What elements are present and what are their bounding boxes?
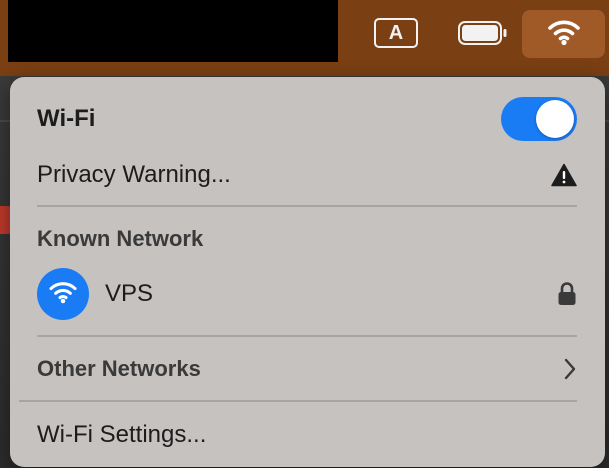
divider — [37, 335, 577, 337]
battery-icon[interactable] — [458, 21, 508, 45]
known-network-header-row: Known Network — [37, 223, 577, 255]
divider — [37, 205, 577, 207]
network-signal-badge — [37, 268, 89, 320]
input-source-label: A — [388, 21, 404, 44]
wifi-icon — [48, 280, 78, 309]
known-network-header: Known Network — [37, 226, 204, 251]
divider — [19, 400, 577, 402]
privacy-warning-label: Privacy Warning... — [37, 161, 231, 188]
menu-bar: A — [0, 0, 609, 76]
wifi-icon — [547, 18, 581, 51]
network-item-vps[interactable]: VPS — [37, 267, 577, 321]
other-networks-item[interactable]: Other Networks — [37, 349, 577, 389]
wifi-menu-panel: Wi-Fi Privacy Warning... Known Network V… — [10, 77, 605, 467]
wifi-menu-title: Wi-Fi — [37, 105, 96, 132]
input-source-button[interactable]: A — [374, 18, 418, 48]
other-networks-label: Other Networks — [37, 356, 201, 381]
network-name: VPS — [105, 280, 154, 307]
wifi-settings-label: Wi-Fi Settings... — [37, 421, 207, 448]
chevron-right-icon — [563, 358, 577, 380]
lock-icon — [557, 281, 577, 307]
wifi-settings-item[interactable]: Wi-Fi Settings... — [37, 415, 577, 455]
wifi-toggle[interactable] — [501, 97, 577, 141]
toggle-knob — [536, 100, 574, 138]
menubar-wifi-button[interactable] — [522, 10, 605, 58]
warning-icon — [551, 163, 577, 187]
privacy-warning-item[interactable]: Privacy Warning... — [37, 155, 577, 195]
wifi-header-row: Wi-Fi — [37, 97, 577, 141]
redacted-area — [8, 0, 338, 62]
